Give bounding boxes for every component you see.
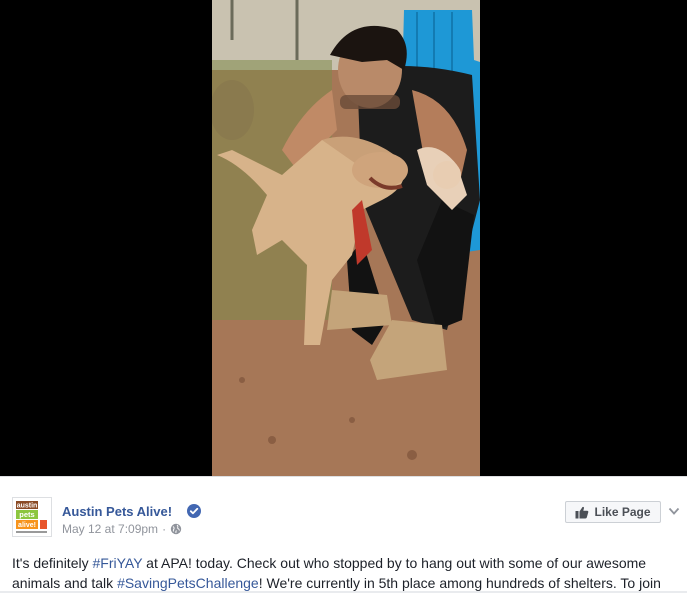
- post-text-part3: ! We're currently in 5th place among hun…: [258, 575, 661, 591]
- logo-line2: pets: [19, 510, 34, 519]
- globe-icon[interactable]: [170, 523, 182, 535]
- post-meta: May 12 at 7:09pm ·: [62, 522, 182, 536]
- post-timestamp[interactable]: May 12 at 7:09pm: [62, 522, 158, 536]
- austin-pets-alive-logo: austin pets alive!: [13, 498, 51, 536]
- thumbs-up-icon: [575, 506, 589, 518]
- logo-line3: alive!: [18, 522, 36, 529]
- logo-line1: austin: [17, 503, 38, 510]
- post-body-text: It's definitely #FriYAY at APA! today. C…: [12, 553, 677, 593]
- page-name-link[interactable]: Austin Pets Alive!: [62, 504, 172, 519]
- post-text-part1: It's definitely: [12, 555, 93, 571]
- page-avatar[interactable]: austin pets alive!: [12, 497, 52, 537]
- video-player[interactable]: [0, 0, 687, 476]
- video-still-image: [212, 0, 480, 476]
- hashtag-savingpetschallenge-link[interactable]: #SavingPetsChallenge: [117, 575, 259, 591]
- like-page-button[interactable]: Like Page: [565, 501, 661, 523]
- video-frame[interactable]: [212, 0, 480, 476]
- like-page-label: Like Page: [594, 505, 651, 519]
- verified-badge-icon: [187, 504, 201, 518]
- post-card: austin pets alive! Austin Pets Alive! Ma…: [0, 476, 687, 591]
- chevron-down-icon[interactable]: [668, 505, 680, 517]
- meta-separator: ·: [162, 522, 167, 536]
- hashtag-friyay-link[interactable]: #FriYAY: [93, 555, 143, 571]
